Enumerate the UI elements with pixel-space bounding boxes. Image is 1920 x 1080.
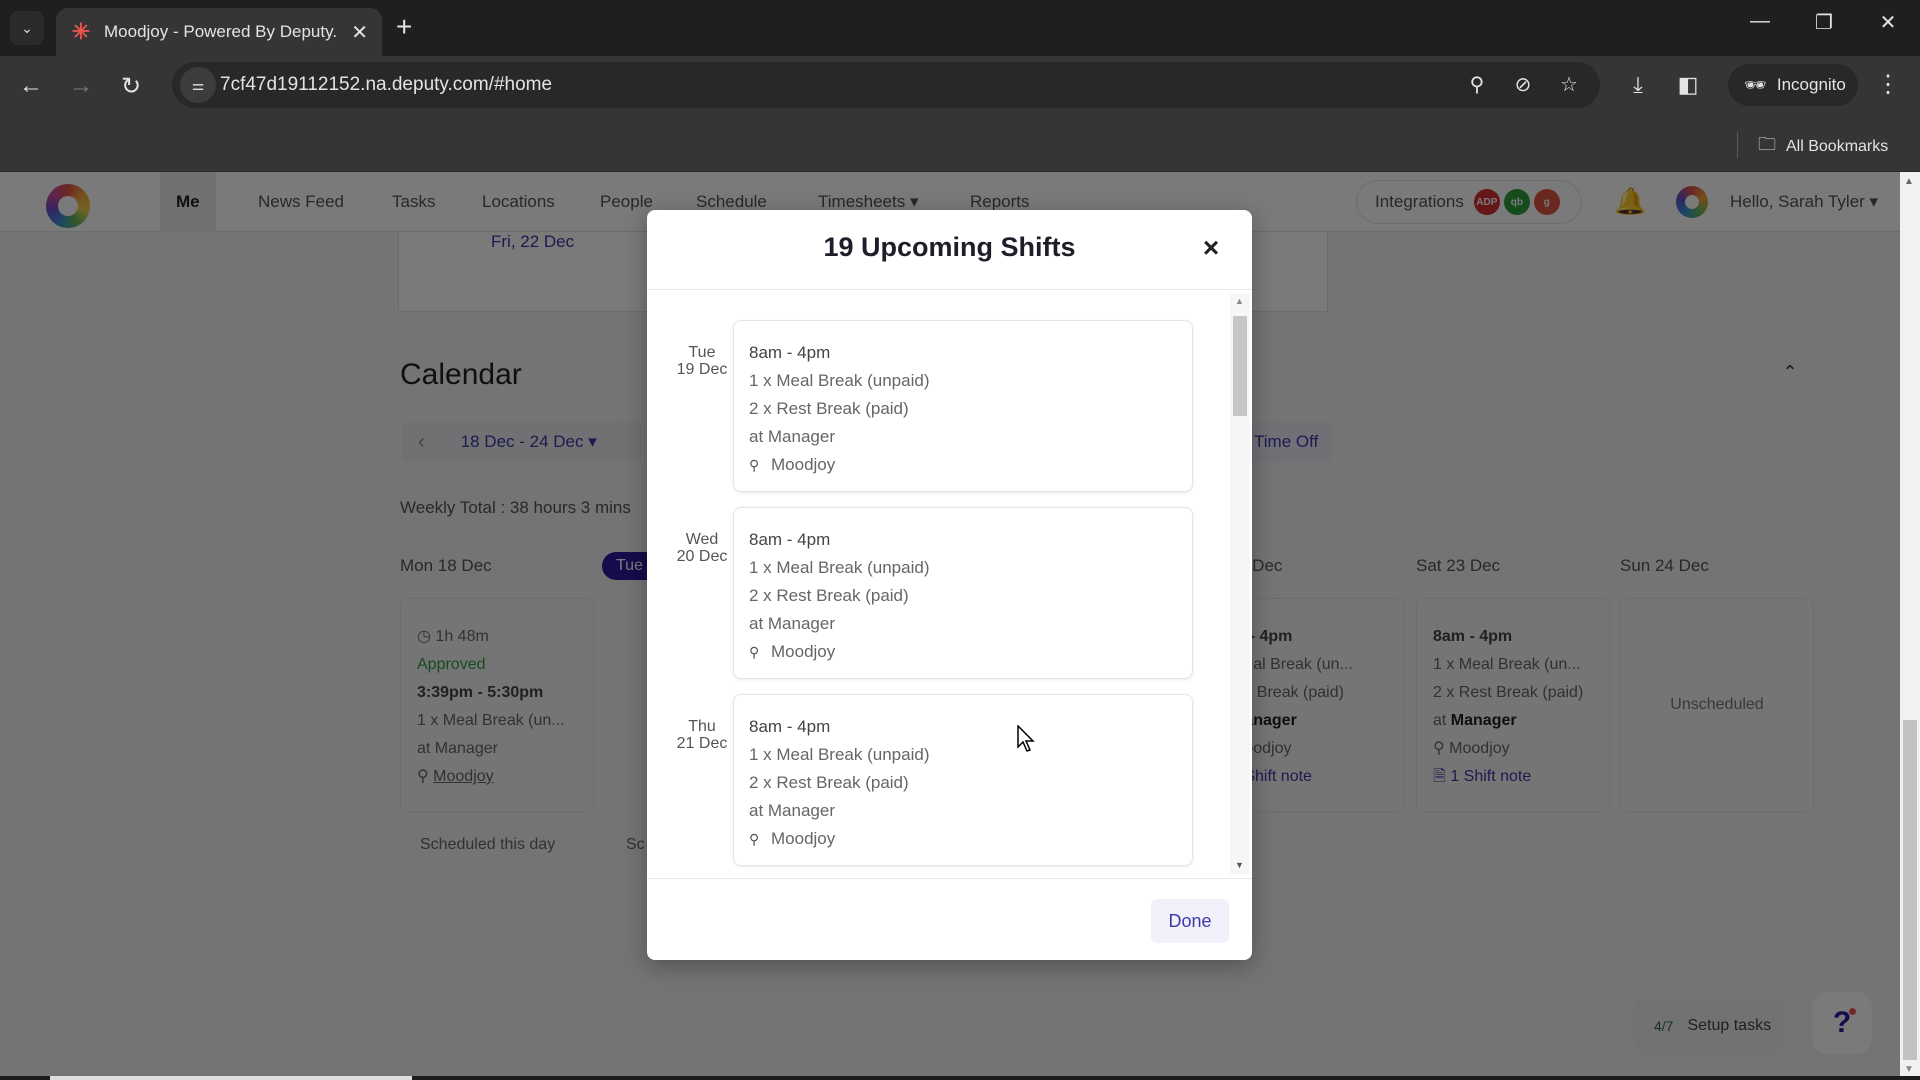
shift-time: 8am - 4pm — [749, 343, 831, 362]
side-panel-icon[interactable]: ◧ — [1672, 72, 1704, 98]
forward-button[interactable]: → — [64, 72, 98, 100]
modal-scrollbar-thumb[interactable] — [1233, 316, 1247, 416]
shift-rest-break: 2 x Rest Break (paid) — [749, 773, 909, 792]
map-pin-icon: ⚲ — [749, 457, 760, 473]
shift-time: 8am - 4pm — [749, 717, 831, 736]
deputy-favicon-icon: ✳ — [71, 19, 91, 44]
close-icon: ✕ — [1879, 12, 1897, 34]
shift-date: Thu 21 Dec — [676, 718, 728, 752]
plus-icon: + — [396, 11, 413, 42]
reload-button[interactable]: ↻ — [114, 72, 148, 101]
shift-date: Tue 19 Dec — [676, 344, 728, 378]
taskbar-edge — [0, 1076, 1920, 1080]
shift-location: ⚲ Moodjoy — [749, 638, 1177, 666]
minimize-icon: — — [1750, 10, 1770, 32]
minimize-button[interactable]: — — [1740, 10, 1780, 33]
browser-toolbar: ← → ↻ ⚌ 7cf47d19112152.na.deputy.com/#ho… — [0, 56, 1920, 120]
browser-tab-active[interactable]: ✳ Moodjoy - Powered By Deputy. ✕ — [56, 8, 382, 56]
shift-meal-break: 1 x Meal Break (unpaid) — [749, 371, 930, 390]
browser-tabstrip: ⌄ ✳ Moodjoy - Powered By Deputy. ✕ + — ❐… — [0, 0, 1920, 56]
eye-off-icon[interactable]: ⊘ — [1508, 72, 1538, 97]
scroll-down-arrow-icon[interactable]: ▼ — [1904, 1064, 1914, 1075]
incognito-indicator[interactable]: 🕶 Incognito — [1728, 64, 1858, 106]
window-close-button[interactable]: ✕ — [1868, 10, 1908, 35]
shift-card[interactable]: 8am - 4pm 1 x Meal Break (unpaid) 2 x Re… — [733, 507, 1193, 679]
restore-button[interactable]: ❐ — [1804, 10, 1844, 35]
taskbar-indicator — [50, 1076, 412, 1080]
arrow-right-icon: → — [69, 72, 93, 99]
shift-card[interactable]: 8am - 4pm 1 x Meal Break (unpaid) 2 x Re… — [733, 694, 1193, 866]
modal-close-button[interactable]: × — [1193, 230, 1229, 266]
tab-search-button[interactable]: ⌄ — [10, 11, 44, 45]
upcoming-shifts-modal: 19 Upcoming Shifts × Tue 19 Dec 8am - 4pm… — [647, 210, 1252, 960]
shift-rest-break: 2 x Rest Break (paid) — [749, 399, 909, 418]
url-text[interactable]: 7cf47d19112152.na.deputy.com/#home — [220, 74, 552, 96]
arrow-left-icon: ← — [19, 72, 43, 99]
shift-area: at Manager — [749, 614, 835, 633]
tune-icon: ⚌ — [191, 76, 205, 93]
shift-meal-break: 1 x Meal Break (unpaid) — [749, 558, 930, 577]
back-button[interactable]: ← — [14, 72, 48, 100]
done-button[interactable]: Done — [1151, 899, 1229, 943]
shift-rest-break: 2 x Rest Break (paid) — [749, 586, 909, 605]
map-pin-icon: ⚲ — [749, 644, 760, 660]
close-icon: × — [1202, 232, 1220, 263]
tab-close-icon[interactable]: ✕ — [351, 20, 368, 45]
modal-title: 19 Upcoming Shifts — [823, 232, 1076, 262]
shift-card[interactable]: 8am - 4pm 1 x Meal Break (unpaid) 2 x Re… — [733, 320, 1193, 492]
site-info-button[interactable]: ⚌ — [180, 67, 216, 103]
scroll-up-arrow-icon[interactable]: ▲ — [1904, 176, 1914, 187]
star-icon[interactable]: ☆ — [1554, 72, 1584, 97]
chevron-down-icon: ⌄ — [21, 19, 33, 36]
page-scrollbar[interactable]: ▲ ▼ — [1900, 172, 1920, 1080]
all-bookmarks-button[interactable]: 🗀 All Bookmarks — [1758, 132, 1888, 162]
kebab-icon: ⋮ — [1876, 71, 1900, 98]
incognito-icon: 🕶 — [1744, 74, 1767, 95]
shift-date: Wed 20 Dec — [676, 531, 728, 565]
browser-menu-button[interactable]: ⋮ — [1876, 70, 1900, 99]
shift-area: at Manager — [749, 801, 835, 820]
bookmarks-bar: 🗀 All Bookmarks — [0, 120, 1920, 172]
restore-icon: ❐ — [1815, 12, 1833, 34]
new-tab-button[interactable]: + — [396, 12, 412, 42]
folder-icon: 🗀 — [1758, 134, 1776, 154]
modal-footer: Done — [647, 878, 1252, 960]
deputy-page: Me News Feed Tasks Locations People Sche… — [0, 172, 1920, 1080]
page-scrollbar-thumb[interactable] — [1903, 720, 1917, 1060]
bookmarks-divider — [1737, 132, 1738, 158]
address-bar[interactable]: ⚌ 7cf47d19112152.na.deputy.com/#home ⚲ ⊘… — [172, 62, 1600, 108]
shift-time: 8am - 4pm — [749, 530, 831, 549]
shift-list[interactable]: Tue 19 Dec 8am - 4pm 1 x Meal Break (unpa… — [647, 290, 1252, 878]
zoom-icon[interactable]: ⚲ — [1462, 72, 1492, 97]
scroll-down-arrow-icon[interactable]: ▼ — [1235, 860, 1244, 870]
shift-location: ⚲ Moodjoy — [749, 825, 1177, 853]
scroll-up-arrow-icon[interactable]: ▲ — [1235, 296, 1244, 306]
modal-header: 19 Upcoming Shifts × — [647, 210, 1252, 290]
download-icon[interactable]: ⤓ — [1622, 72, 1654, 98]
modal-scrollbar[interactable]: ▲ ▼ — [1230, 294, 1250, 874]
shift-area: at Manager — [749, 427, 835, 446]
shift-location: ⚲ Moodjoy — [749, 451, 1177, 479]
shift-meal-break: 1 x Meal Break (unpaid) — [749, 745, 930, 764]
reload-icon: ↻ — [120, 73, 142, 100]
all-bookmarks-label: All Bookmarks — [1786, 138, 1889, 155]
tab-title: Moodjoy - Powered By Deputy. — [104, 22, 338, 41]
incognito-label: Incognito — [1776, 75, 1846, 94]
map-pin-icon: ⚲ — [749, 831, 760, 847]
